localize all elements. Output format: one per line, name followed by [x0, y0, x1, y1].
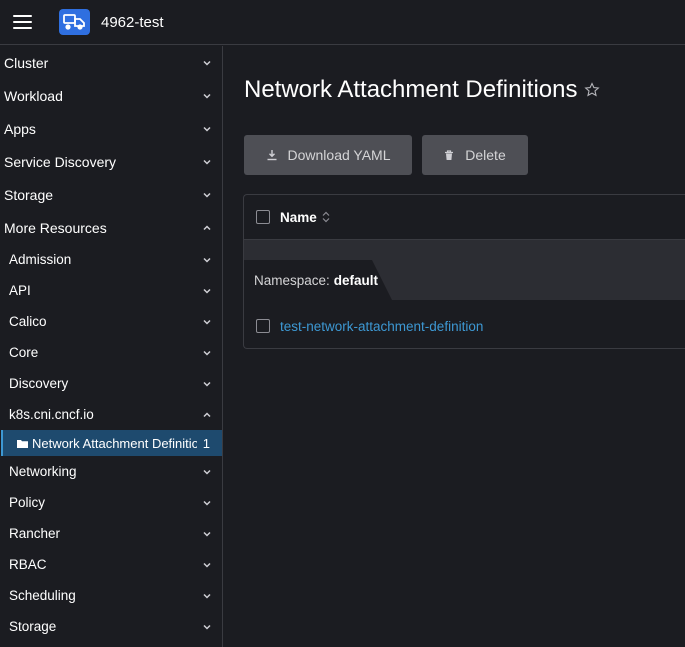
cluster-name: 4962-test — [101, 13, 164, 31]
sidebar-item-label: Core — [9, 345, 39, 360]
sidebar-item-label: Calico — [9, 314, 47, 329]
sidebar-item-label: Policy — [9, 495, 46, 510]
sidebar-item-storage[interactable]: Storage — [0, 611, 222, 642]
resource-table: Name Namespace: default test-network-att… — [243, 194, 685, 349]
sidebar-group-label: Service Discovery — [4, 153, 117, 170]
sidebar-item-count: 1 — [202, 435, 210, 451]
sidebar-item-label: Network Attachment Definitions — [32, 435, 197, 451]
chevron-down-icon — [203, 593, 211, 599]
chevron-down-icon — [203, 60, 211, 66]
sidebar-group-label: Workload — [4, 87, 63, 104]
sidebar-item-policy[interactable]: Policy — [0, 487, 222, 518]
sidebar-item-label: Storage — [9, 619, 57, 634]
delete-button[interactable]: Delete — [422, 135, 528, 175]
chevron-up-icon — [203, 224, 211, 230]
top-bar: 4962-test — [0, 0, 685, 45]
menu-icon[interactable] — [13, 15, 32, 29]
chevron-down-icon — [203, 319, 211, 325]
chevron-down-icon — [203, 624, 211, 630]
download-icon — [267, 150, 276, 161]
namespace-value: default — [333, 272, 379, 288]
sidebar-item-label: Rancher — [9, 526, 61, 541]
star-icon[interactable] — [584, 82, 601, 98]
chevron-down-icon — [203, 93, 211, 99]
namespace-group-row: Namespace: default — [244, 240, 685, 300]
chevron-down-icon — [203, 350, 211, 356]
cluster-logo-icon — [59, 9, 90, 35]
sidebar-group-service-discovery[interactable]: Service Discovery — [0, 145, 222, 178]
sidebar-item-calico[interactable]: Calico — [0, 306, 222, 337]
sidebar-item-discovery[interactable]: Discovery — [0, 368, 222, 399]
sidebar-item-label: RBAC — [9, 557, 47, 572]
main-content: Network Attachment Definitions Download … — [224, 46, 685, 647]
sidebar-item-admission[interactable]: Admission — [0, 244, 222, 275]
sidebar-item-rbac[interactable]: RBAC — [0, 549, 222, 580]
chevron-down-icon — [203, 562, 211, 568]
sidebar-item-networking[interactable]: Networking — [0, 456, 222, 487]
sidebar-group-label: Apps — [4, 120, 36, 137]
sidebar-group-label: More Resources — [4, 219, 107, 236]
row-checkbox[interactable] — [256, 319, 270, 333]
sidebar-item-label: API — [9, 283, 31, 298]
sidebar-item-core[interactable]: Core — [0, 337, 222, 368]
download-yaml-label: Download YAML — [287, 147, 391, 163]
resource-name-link[interactable]: test-network-attachment-definition — [280, 319, 483, 334]
table-row: test-network-attachment-definition — [244, 311, 685, 341]
sidebar-item-label: Scheduling — [9, 588, 76, 603]
folder-icon — [17, 439, 28, 448]
sidebar-nav: Cluster Workload Apps Service Discovery … — [0, 46, 223, 647]
sidebar-item-rancher[interactable]: Rancher — [0, 518, 222, 549]
download-yaml-button[interactable]: Download YAML — [244, 135, 412, 175]
sidebar-group-storage[interactable]: Storage — [0, 178, 222, 211]
sidebar-item-k8s-cni[interactable]: k8s.cni.cncf.io — [0, 399, 222, 430]
chevron-down-icon — [203, 192, 211, 198]
sidebar-item-api[interactable]: API — [0, 275, 222, 306]
column-header-name[interactable]: Name — [280, 210, 317, 225]
sort-icon[interactable] — [322, 211, 330, 223]
sidebar-item-label: Networking — [9, 464, 77, 479]
sidebar-group-cluster[interactable]: Cluster — [0, 46, 222, 79]
chevron-down-icon — [203, 469, 211, 475]
sidebar-group-more-resources[interactable]: More Resources — [0, 211, 222, 244]
chevron-down-icon — [203, 126, 211, 132]
sidebar-item-scheduling[interactable]: Scheduling — [0, 580, 222, 611]
chevron-down-icon — [203, 257, 211, 263]
chevron-down-icon — [203, 531, 211, 537]
namespace-label: Namespace: — [254, 272, 330, 288]
page-title-text: Network Attachment Definitions — [244, 76, 578, 103]
chevron-down-icon — [203, 288, 211, 294]
chevron-down-icon — [203, 500, 211, 506]
chevron-down-icon — [203, 159, 211, 165]
sidebar-group-workload[interactable]: Workload — [0, 79, 222, 112]
sidebar-item-label: Admission — [9, 252, 72, 267]
sidebar-group-label: Storage — [4, 186, 54, 203]
sidebar-group-label: Cluster — [4, 54, 49, 71]
table-header: Name — [244, 195, 685, 240]
chevron-down-icon — [203, 381, 211, 387]
trash-icon — [445, 149, 454, 160]
namespace-tab: Namespace: default — [244, 260, 392, 300]
select-all-checkbox[interactable] — [256, 210, 270, 224]
page-title: Network Attachment Definitions — [244, 76, 601, 104]
sidebar-item-network-attachment-definitions[interactable]: Network Attachment Definitions 1 — [1, 430, 222, 456]
chevron-up-icon — [203, 411, 211, 417]
delete-label: Delete — [465, 147, 506, 163]
sidebar-item-label: Discovery — [9, 376, 69, 391]
sidebar-item-label: k8s.cni.cncf.io — [9, 407, 94, 422]
sidebar-group-apps[interactable]: Apps — [0, 112, 222, 145]
